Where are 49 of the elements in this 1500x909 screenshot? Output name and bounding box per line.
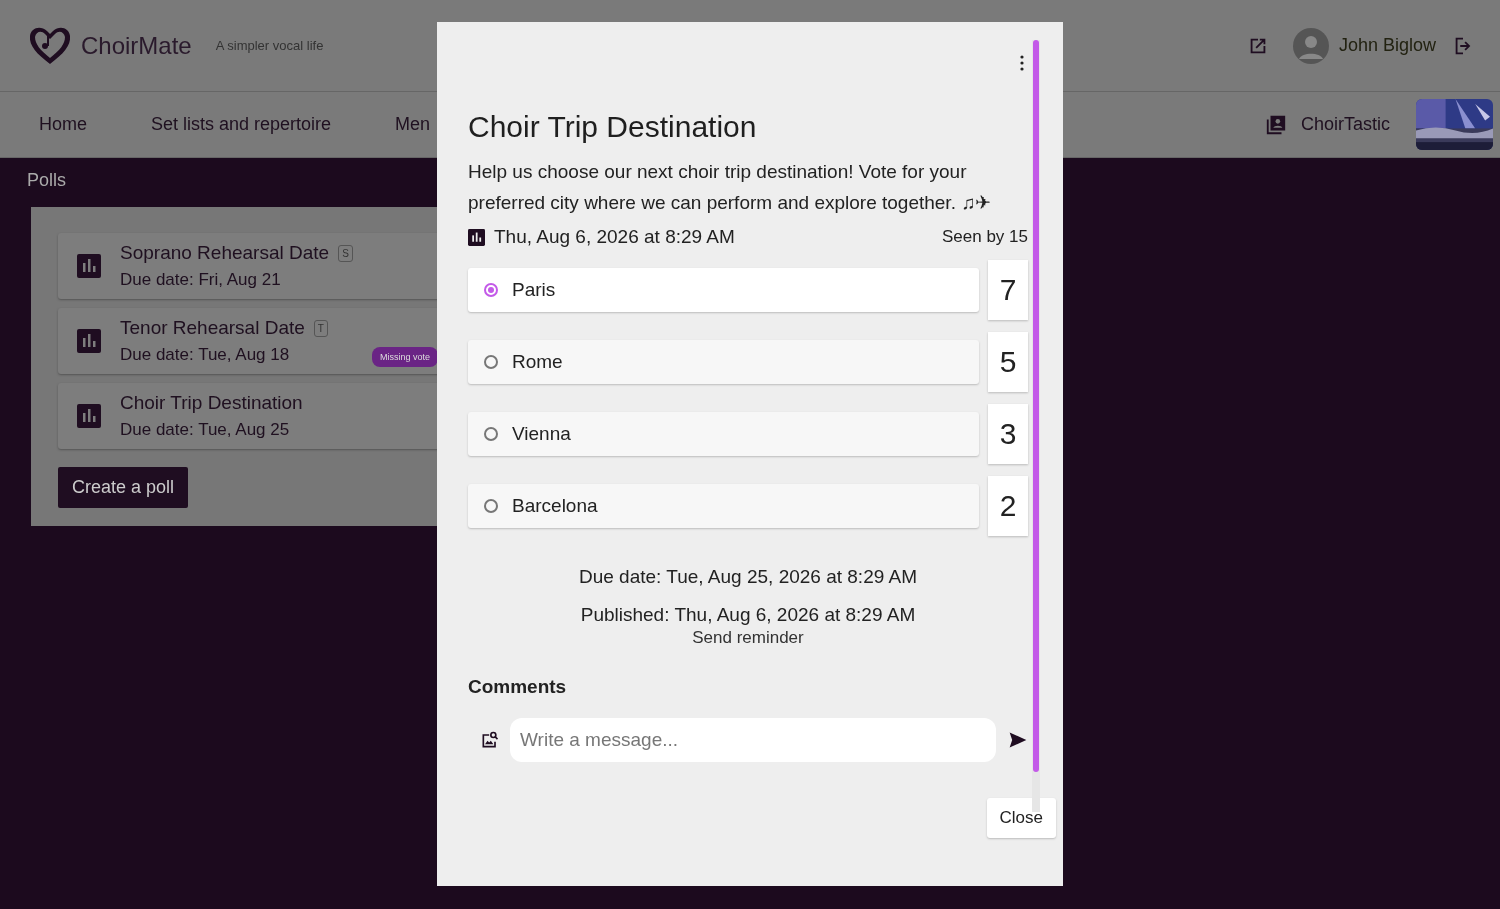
due-date: Due date: Tue, Aug 25, 2026 at 8:29 AM bbox=[579, 566, 917, 588]
voice-tag: S bbox=[338, 244, 353, 262]
vote-count: 2 bbox=[988, 476, 1028, 536]
vote-count: 5 bbox=[988, 332, 1028, 392]
create-poll-button[interactable]: Create a poll bbox=[58, 467, 189, 508]
more-options-icon[interactable] bbox=[1020, 55, 1024, 71]
poll-icon bbox=[77, 329, 101, 353]
poll-icon bbox=[468, 228, 485, 246]
poll-option[interactable]: Rome bbox=[468, 340, 979, 384]
poll-due-date: Due date: Tue, Aug 18 bbox=[120, 345, 291, 365]
poll-due-date: Due date: Tue, Aug 25 bbox=[120, 420, 291, 440]
vote-count: 3 bbox=[988, 404, 1028, 464]
message-field[interactable]: Write a message... bbox=[510, 718, 996, 762]
page-title: Polls bbox=[27, 170, 66, 191]
send-icon[interactable] bbox=[1008, 730, 1028, 750]
nav-link[interactable]: Set lists and repertoire bbox=[151, 114, 332, 135]
poll-date: Thu, Aug 6, 2026 at 8:29 AM bbox=[494, 226, 736, 248]
missing-vote-badge: Missing vote bbox=[371, 347, 438, 367]
tagline: A simpler vocal life bbox=[215, 38, 324, 53]
poll-description: Help us choose our next choir trip destination! Vote for your preferred city where we can perform and explore together. ♫✈ bbox=[468, 160, 993, 215]
nav-link[interactable]: Men bbox=[395, 114, 431, 135]
poll-title: Soprano Rehearsal Date bbox=[120, 242, 330, 264]
send-reminder-link[interactable]: Send reminder bbox=[688, 626, 808, 650]
avatar bbox=[1292, 27, 1329, 64]
nav-link[interactable]: Home bbox=[39, 114, 87, 135]
poll-due-date: Due date: Fri, Aug 21 bbox=[120, 270, 282, 290]
poll-option[interactable]: Vienna bbox=[468, 412, 979, 456]
poll-option[interactable]: Barcelona bbox=[468, 484, 979, 528]
comments-heading: Comments bbox=[468, 676, 568, 698]
library-icon bbox=[1264, 113, 1287, 136]
poll-option[interactable]: Paris bbox=[468, 268, 979, 312]
radio-button[interactable] bbox=[484, 427, 498, 441]
poll-icon bbox=[77, 404, 101, 428]
radio-button[interactable] bbox=[484, 355, 498, 369]
close-button[interactable]: Close bbox=[986, 798, 1056, 838]
seen-by-count[interactable]: Seen by 15 bbox=[942, 227, 1028, 247]
brand-name: ChoirMate bbox=[81, 31, 192, 60]
poll-icon bbox=[77, 254, 101, 278]
poll-title: Choir Trip Destination bbox=[120, 392, 303, 414]
dialog-title: Choir Trip Destination bbox=[468, 110, 758, 144]
image-search-icon[interactable] bbox=[480, 730, 500, 750]
choir-name[interactable]: ChoirTastic bbox=[1300, 114, 1390, 135]
published-date: Published: Thu, Aug 6, 2026 at 8:29 AM bbox=[580, 604, 916, 626]
vote-count: 7 bbox=[988, 260, 1028, 320]
user-name[interactable]: John Biglow bbox=[1338, 35, 1436, 56]
poll-title: Tenor Rehearsal Date bbox=[120, 317, 305, 339]
radio-button[interactable] bbox=[484, 283, 498, 297]
voice-tag: T bbox=[313, 319, 328, 337]
radio-button[interactable] bbox=[484, 499, 498, 513]
